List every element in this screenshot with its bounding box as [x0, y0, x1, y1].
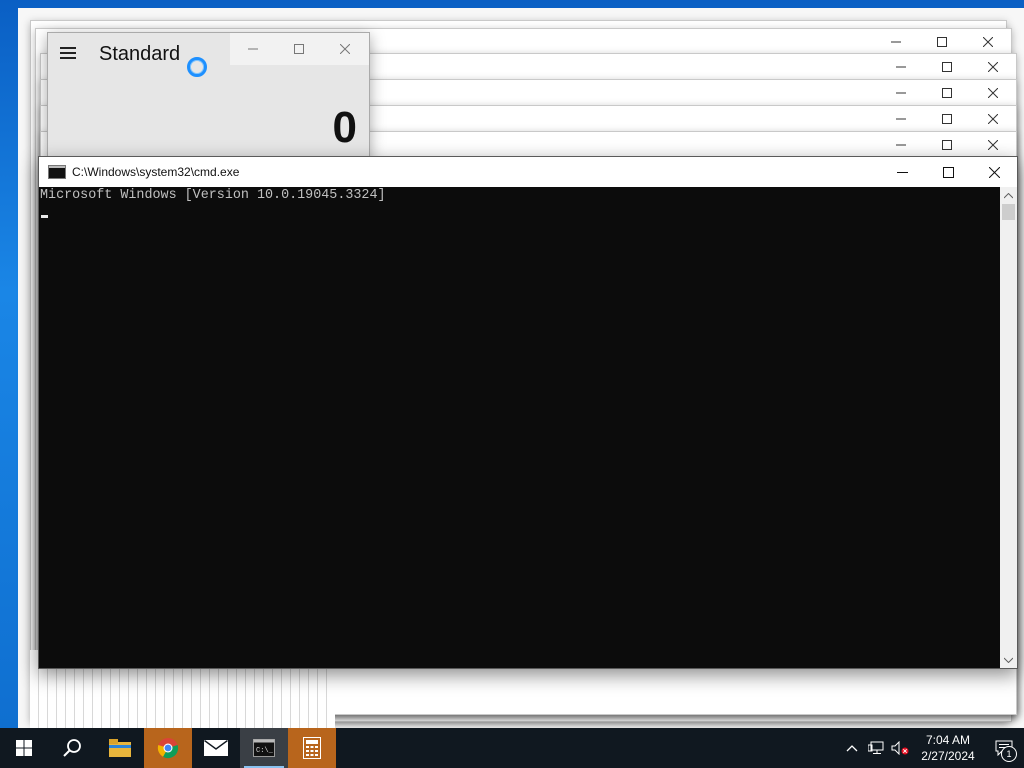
clock-date: 2/27/2024	[921, 749, 975, 763]
minimize-icon[interactable]	[878, 54, 924, 80]
close-icon[interactable]	[971, 157, 1017, 187]
file-explorer-icon	[109, 739, 131, 757]
search-icon	[63, 739, 81, 757]
start-icon	[16, 740, 32, 756]
console-version-line: Microsoft Windows [Version 10.0.19045.33…	[40, 188, 386, 203]
calculator-icon	[303, 737, 321, 759]
maximize-icon[interactable]	[276, 33, 322, 65]
close-icon[interactable]	[322, 33, 368, 65]
clock-time: 7:04 AM	[925, 733, 971, 747]
calculator-mode-title: Standard	[99, 43, 181, 65]
svg-text:C:\_: C:\_	[256, 747, 274, 755]
console-output-area[interactable]: Microsoft Windows [Version 10.0.19045.33…	[39, 187, 1000, 668]
minimize-icon[interactable]	[879, 157, 925, 187]
chrome-icon	[157, 738, 179, 759]
text-cursor	[41, 215, 48, 218]
minimize-icon[interactable]	[230, 33, 276, 65]
chevron-up-icon[interactable]	[840, 728, 864, 768]
mail-icon	[204, 740, 228, 756]
system-tray: 7:04 AM 2/27/2024 1	[840, 728, 1024, 768]
notification-count-badge: 1	[1001, 746, 1017, 762]
minimize-icon[interactable]	[878, 80, 924, 106]
cmd-window-title: C:\Windows\system32\cmd.exe	[72, 165, 240, 179]
minimize-icon[interactable]	[878, 132, 924, 158]
cmd-taskbar-button[interactable]: C:\_	[240, 728, 288, 768]
caption-buttons	[878, 80, 1016, 106]
calculator-window[interactable]: Standard 0	[47, 32, 370, 164]
chrome-button[interactable]	[144, 728, 192, 768]
file-explorer-button[interactable]	[96, 728, 144, 768]
maximize-icon[interactable]	[925, 157, 971, 187]
cmd-window[interactable]: C:\Windows\system32\cmd.exe Microsoft Wi…	[38, 156, 1018, 669]
close-icon[interactable]	[965, 29, 1011, 55]
calculator-taskbar-button[interactable]	[288, 728, 336, 768]
volume-muted-icon[interactable]	[888, 728, 912, 768]
maximize-icon[interactable]	[924, 132, 970, 158]
cmd-icon: C:\_	[253, 739, 275, 757]
mail-button[interactable]	[192, 728, 240, 768]
caption-buttons	[878, 132, 1016, 158]
scroll-up-icon[interactable]	[1000, 187, 1017, 204]
maximize-icon[interactable]	[924, 54, 970, 80]
minimize-icon[interactable]	[873, 29, 919, 55]
console-icon	[48, 165, 66, 179]
cmd-titlebar[interactable]: C:\Windows\system32\cmd.exe	[39, 157, 1017, 187]
search-button[interactable]	[48, 728, 96, 768]
hamburger-menu-icon[interactable]	[60, 47, 76, 59]
minimize-icon[interactable]	[878, 106, 924, 132]
network-icon[interactable]	[864, 728, 888, 768]
vertical-scrollbar[interactable]	[1000, 187, 1017, 668]
close-icon[interactable]	[970, 54, 1016, 80]
caption-buttons	[873, 29, 1011, 55]
taskbar: C:\_ 7:04 AM 2/27/2024 1	[0, 728, 1024, 768]
action-center-button[interactable]: 1	[984, 728, 1024, 768]
loading-spinner-icon	[187, 57, 207, 77]
close-icon[interactable]	[970, 80, 1016, 106]
maximize-icon[interactable]	[919, 29, 965, 55]
start-button[interactable]	[0, 728, 48, 768]
calculator-display: 0	[332, 103, 357, 152]
close-icon[interactable]	[970, 132, 1016, 158]
maximize-icon[interactable]	[924, 106, 970, 132]
close-icon[interactable]	[970, 106, 1016, 132]
cmd-caption-buttons	[879, 157, 1017, 187]
calculator-caption-buttons	[230, 33, 369, 65]
scroll-down-icon[interactable]	[1000, 651, 1017, 668]
taskbar-clock[interactable]: 7:04 AM 2/27/2024	[912, 732, 984, 764]
caption-buttons	[878, 106, 1016, 132]
caption-buttons	[878, 54, 1016, 80]
scrollbar-thumb[interactable]	[1002, 204, 1015, 220]
maximize-icon[interactable]	[924, 80, 970, 106]
